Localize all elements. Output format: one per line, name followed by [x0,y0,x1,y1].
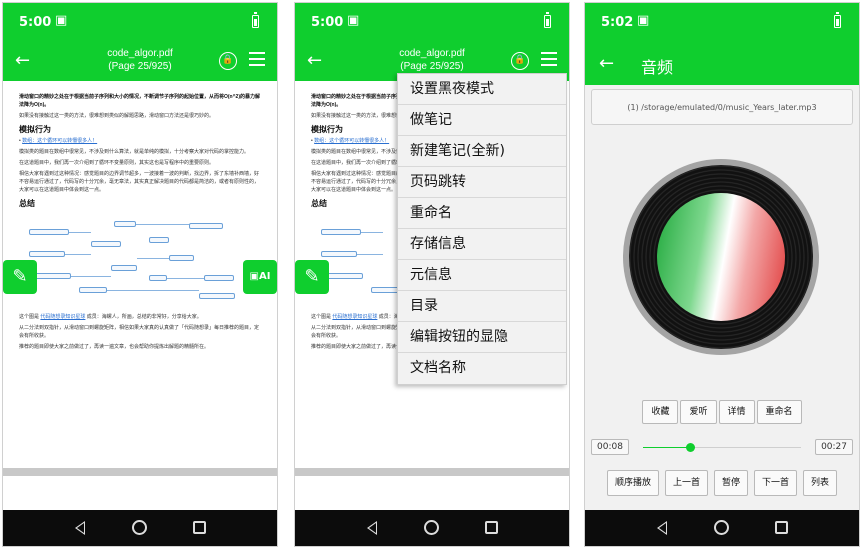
status-bar: 5:00 ▣ [295,3,569,43]
system-nav-bar [295,510,569,546]
nav-back-icon[interactable] [367,521,377,535]
back-arrow-icon[interactable]: ← [15,51,30,71]
file-path: (1) /storage/emulated/0/music_Years_late… [591,89,853,125]
nav-home-icon[interactable] [714,520,729,535]
menu-item[interactable]: 重命名 [398,198,566,229]
doc-link[interactable]: 数组：这个循环可以转懵很多人！ [22,138,97,144]
lock-icon[interactable]: 🔒 [511,52,529,70]
status-bar: 5:02 ▣ [585,3,859,43]
page-indicator: (Page 25/925) [400,61,464,72]
nav-recents-icon[interactable] [193,521,206,534]
nav-back-icon[interactable] [657,521,667,535]
seek-progress [643,447,691,448]
doc-link[interactable]: 代码随想录知识星球 [40,314,85,320]
doc-link[interactable]: 数组：这个循环可以转懵很多人！ [314,138,389,144]
menu-icon[interactable] [249,52,265,66]
system-nav-bar [3,510,277,546]
document-title: code_algor.pdf (Page 25/925) [355,47,509,73]
file-name: code_algor.pdf [399,48,465,59]
reader-screen: 5:00 ▣ ← code_algor.pdf (Page 25/925) 🔒 … [2,2,278,547]
record-disc [623,159,819,355]
doc-paragraph: 从二分法到双指针，从滑动窗口到螺旋矩阵，相信如果大家真的认真做了「代码随想录」每… [19,325,260,339]
page-indicator: (Page 25/925) [108,61,172,72]
menu-item[interactable]: 目录 [398,291,566,322]
sim-icon: ▣ [347,13,360,28]
menu-item[interactable]: 文档名称 [398,353,566,384]
doc-paragraph: 相信大家有遇到过这种情况：感觉题目的边界调节超多，一波接着一波的判断，找边界，拆… [19,171,260,193]
elapsed-time: 00:08 [591,439,629,455]
doc-text: 成员：海螺人，所画，总结的非常好，分享给大家。 [85,314,202,320]
menu-item[interactable]: 做笔记 [398,105,566,136]
doc-text: 这个图是 [311,314,333,320]
action-button-row: 收藏 爱听 详情 重命名 [585,399,859,424]
menu-icon[interactable] [541,52,557,66]
doc-paragraph: 推荐的题目即使大家之前做过了，再读一遍文章，也会帮助你提炼出解题的精髓所在。 [19,344,210,350]
audio-button[interactable]: 列表 [803,470,838,496]
sim-icon: ▣ [637,13,650,28]
status-time: 5:02 [601,15,634,30]
seek-thumb[interactable] [686,443,696,452]
battery-icon [544,12,551,28]
audio-button[interactable]: 暂停 [713,470,748,496]
menu-item[interactable]: 编辑按钮的显隐 [398,322,566,353]
pdf-page-view[interactable]: 滑动窗口的精妙之处在于根据当前子序列和大小的情况，不断调节子序列的起始位置，从而… [3,81,277,510]
disc-label [657,193,785,321]
app-bar: ← code_algor.pdf (Page 25/925) 🔒 [3,43,277,81]
audio-button[interactable]: 下一首 [754,470,798,496]
nav-back-icon[interactable] [75,521,85,535]
lock-icon[interactable]: 🔒 [219,52,237,70]
status-time: 5:00 [311,15,344,30]
doc-paragraph: 如果没有接触过这一类的方法，很难想到类似的解题思路，滑动窗口方法还是很巧妙的。 [19,113,215,119]
back-arrow-icon[interactable]: ← [599,53,614,74]
overflow-menu: 设置黑夜模式 做笔记 新建笔记(全新) 页码跳转 重命名 存储信息 元信息 目录 编辑按钮的显隐… [397,73,567,385]
doc-text: 这个图是 [19,314,41,320]
file-name: code_algor.pdf [107,48,173,59]
audio-screen: 5:02 ▣ ← 音频 (1) /storage/emulated/0/musi… [584,2,860,547]
document-title: code_algor.pdf (Page 25/925) [63,47,217,73]
doc-paragraph: 模拟类的题目在数组中很常见，不涉及到什么算法，就是单纯的模拟，十分考察大家对代码… [19,149,250,155]
nav-recents-icon[interactable] [485,521,498,534]
status-time: 5:00 [19,15,52,30]
doc-heading: 模拟行为 [19,125,51,134]
doc-paragraph: 在这道题目中，我们再一次介绍到了循环不变量原则，其实这也是写程序中的重要原则。 [19,160,215,166]
mind-map-image [19,215,261,307]
status-bar: 5:00 ▣ [3,3,277,43]
nav-home-icon[interactable] [424,520,439,535]
app-bar: ← 音频 [585,43,859,85]
audio-button[interactable]: 收藏 [642,400,679,424]
menu-item[interactable]: 新建笔记(全新) [398,136,566,167]
page-title: 音频 [641,58,674,77]
pdf-page: 滑动窗口的精妙之处在于根据当前子序列和大小的情况，不断调节子序列的起始位置，从而… [19,94,261,350]
audio-button[interactable]: 上一首 [664,470,708,496]
edit-pen-icon[interactable]: ✎ [295,260,329,294]
menu-screen: 5:00 ▣ ← code_algor.pdf (Page 25/925) 🔒 … [294,2,570,547]
audio-button[interactable]: 顺序播放 [606,470,659,496]
image-ai-icon[interactable]: ▣AI [243,260,277,294]
menu-item[interactable]: 设置黑夜模式 [398,74,566,105]
battery-icon [252,12,259,28]
playback-button-row: 顺序播放 上一首 暂停 下一首 列表 [585,470,859,496]
doc-paragraph: 滑动窗口的精妙之处在于根据当前子序列和大小的情况，不断调节子序列的起始位置，从而… [19,94,260,108]
menu-item[interactable]: 页码跳转 [398,167,566,198]
horizontal-scrollbar[interactable] [295,468,569,476]
horizontal-scrollbar[interactable] [3,468,277,476]
doc-heading: 总结 [19,199,35,208]
menu-item[interactable]: 存储信息 [398,229,566,260]
nav-recents-icon[interactable] [775,521,788,534]
system-nav-bar [585,510,859,546]
seek-bar[interactable] [643,443,801,452]
audio-button[interactable]: 详情 [718,400,755,424]
battery-icon [834,12,841,28]
total-time: 00:27 [815,439,853,455]
audio-player: (1) /storage/emulated/0/music_Years_late… [585,85,859,510]
nav-home-icon[interactable] [132,520,147,535]
menu-item[interactable]: 元信息 [398,260,566,291]
audio-button[interactable]: 爱听 [680,400,717,424]
edit-pen-icon[interactable]: ✎ [3,260,37,294]
audio-button[interactable]: 重命名 [756,400,802,424]
back-arrow-icon[interactable]: ← [307,51,322,71]
sim-icon: ▣ [55,13,68,28]
doc-link[interactable]: 代码随想录知识星球 [332,314,377,320]
